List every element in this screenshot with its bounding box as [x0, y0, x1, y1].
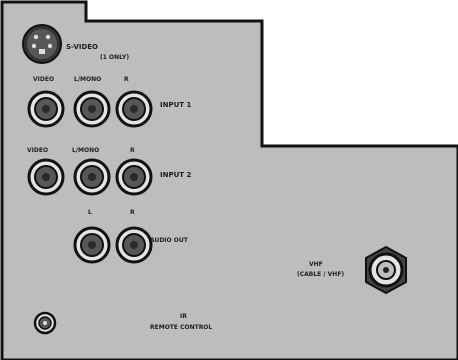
input1-r-jack[interactable] [114, 89, 154, 134]
s-video-label: S-VIDEO [66, 43, 99, 51]
rca-jack-icon [73, 90, 111, 128]
rca-jack-icon [115, 158, 153, 196]
ir-label: IR [180, 313, 187, 320]
input2-laudio-jack[interactable] [72, 157, 112, 202]
audio-out-label: AUDIO OUT [150, 237, 188, 244]
input2-label: INPUT 2 [160, 171, 192, 179]
input2-laudio-label: L/MONO [72, 147, 100, 154]
ir-sub-label: REMOTE CONTROL [150, 324, 213, 331]
audio-out-r-jack[interactable] [114, 225, 154, 270]
rca-jack-icon [73, 226, 111, 264]
s-video-port-icon[interactable] [20, 22, 64, 66]
ir-jack-icon[interactable] [32, 310, 58, 336]
input1-laudio-jack[interactable] [72, 89, 112, 134]
audio-out-l-jack[interactable] [72, 225, 112, 270]
input1-video-label: VIDEO [33, 76, 55, 83]
audio-out-r-label: R [130, 209, 135, 216]
rca-jack-icon [115, 90, 153, 128]
coax-connector-icon[interactable] [360, 244, 412, 296]
input2-r-label: R [130, 147, 135, 154]
rca-jack-icon [73, 158, 111, 196]
audio-out-l-label: L [88, 209, 92, 216]
input1-r-label: R [124, 76, 129, 83]
back-panel: S-VIDEO (1 ONLY) VIDEO L/MONO R INPUT 1 … [0, 0, 458, 360]
input1-video-jack[interactable] [26, 89, 66, 134]
vhf-label: VHF [309, 261, 323, 268]
input2-r-jack[interactable] [114, 157, 154, 202]
rca-jack-icon [27, 158, 65, 196]
rca-jack-icon [115, 226, 153, 264]
s-video-sub-label: (1 ONLY) [100, 54, 130, 61]
input1-laudio-label: L/MONO [74, 76, 102, 83]
input1-label: INPUT 1 [160, 101, 192, 109]
panel-shape [0, 0, 458, 360]
rca-jack-icon [27, 90, 65, 128]
vhf-sub-label: (CABLE / VHF) [297, 271, 345, 278]
input2-video-jack[interactable] [26, 157, 66, 202]
input2-video-label: VIDEO [27, 147, 49, 154]
